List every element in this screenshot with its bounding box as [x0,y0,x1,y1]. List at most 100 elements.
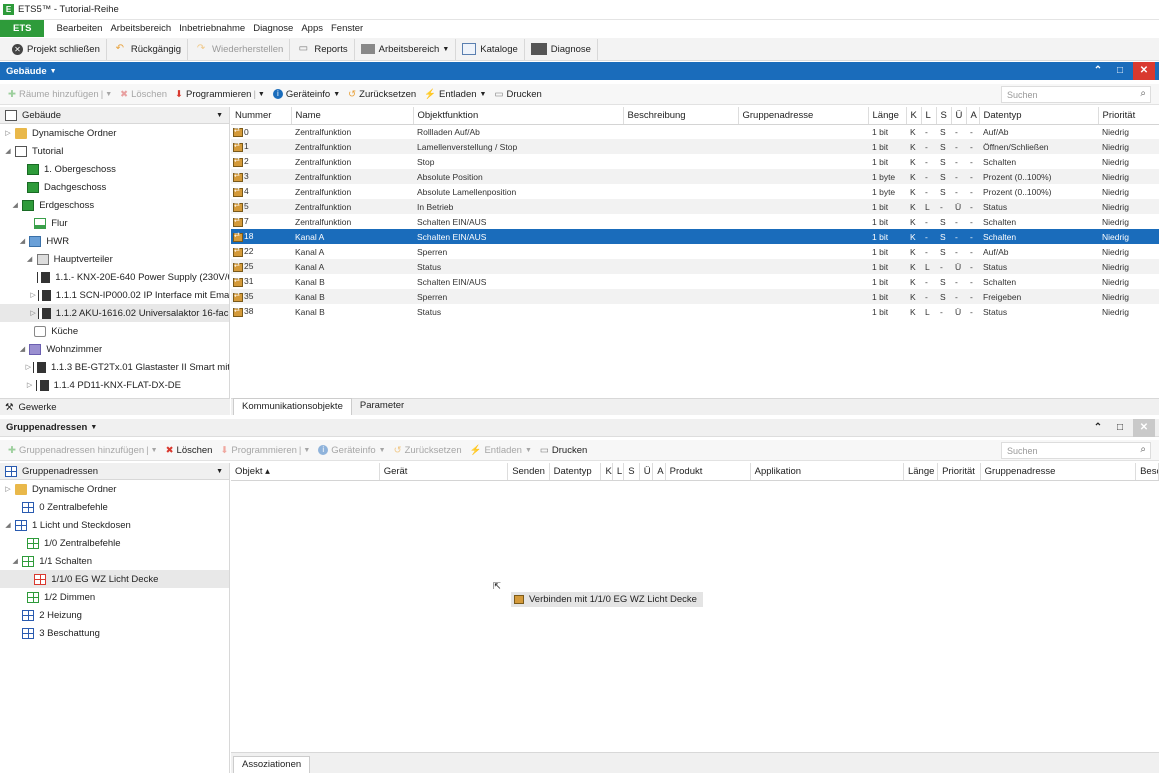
building-tree-item[interactable]: Dachgeschoss [0,178,229,196]
table-row[interactable]: 38Kanal BStatus1 bitKL-Ü-StatusNiedrig [231,304,1159,319]
group-tree-item[interactable]: 2 Heizung [0,606,229,624]
column-header[interactable]: Gerät [379,463,509,481]
collapsed-arrow-icon[interactable]: ▷ [4,129,12,137]
building-panel-header[interactable]: Gebäude ▼ ⌃ □ ✕ [0,62,1159,80]
building-tree-item[interactable]: 1.1.- KNX-20E-640 Power Supply (230V/6..… [0,268,229,286]
column-header[interactable]: Produkt [665,463,751,481]
redo-button[interactable]: ↷ Wiederherstellen [188,38,291,60]
building-tree-item[interactable]: ◢ Hauptverteiler [0,250,229,268]
column-header[interactable]: Gruppenadresse [738,107,869,125]
unload-button[interactable]: ⚡ Entladen ▼ [466,445,536,456]
delete-button[interactable]: ✖ Löschen [116,89,171,100]
column-header[interactable]: Nummer [231,107,292,125]
building-tree-item[interactable]: ▷ Dynamische Ordner [0,124,229,142]
trades-header[interactable]: ⚒ Gewerke [0,398,230,415]
menu-edit[interactable]: Bearbeiten [52,23,106,34]
column-header[interactable]: Priorität [937,463,981,481]
column-header[interactable]: A [652,463,666,481]
column-header[interactable]: Gruppenadresse [980,463,1137,481]
building-tree-item[interactable]: ◢ Tutorial [0,142,229,160]
table-row[interactable]: 5ZentralfunktionIn Betrieb1 bitKL-Ü-Stat… [231,199,1159,214]
table-row[interactable]: 1 ZentralfunktionLamellenverstellung / St… [231,139,1159,154]
expanded-arrow-icon[interactable]: ◢ [18,345,26,353]
collapsed-arrow-icon[interactable]: ▷ [30,291,35,299]
table-row[interactable]: 0ZentralfunktionRollladen Auf/Ab1 bitK-S… [231,124,1159,139]
expanded-arrow-icon[interactable]: ◢ [18,237,26,245]
close-icon[interactable]: ✕ [1133,62,1155,80]
reports-button[interactable]: ▭ Reports [290,38,355,60]
add-rooms-button[interactable]: ✚ Räume hinzufügen | ▼ [4,89,116,100]
table-row[interactable]: 3 ZentralfunktionAbsolute Position 1 byteK… [231,169,1159,184]
column-header[interactable]: Objekt ▴ [231,463,380,481]
close-project-button[interactable]: ✕ Projekt schließen [6,38,107,60]
diagnose-button[interactable]: Diagnose [525,38,598,60]
column-header[interactable]: Applikation [750,463,904,481]
device-info-button[interactable]: i Geräteinfo ▼ [314,445,389,456]
maximize-icon[interactable]: □ [1109,62,1131,80]
menu-window[interactable]: Fenster [327,23,367,34]
collapsed-arrow-icon[interactable]: ▷ [26,363,31,371]
unload-button[interactable]: ⚡ Entladen ▼ [420,89,490,100]
building-tree-item[interactable]: ▷ 1.1.1 SCN-IP000.02 IP Interface mit Ema… [0,286,229,304]
menu-diagnose[interactable]: Diagnose [249,23,297,34]
building-tree-item[interactable]: ▷ 1.1.2 AKU-1616.02 Universalaktor 16-fac… [0,304,229,322]
table-row[interactable]: 18Kanal ASchalten EIN/AUS1 bitK-S--Schal… [231,229,1159,244]
table-row[interactable]: 7ZentralfunktionSchalten EIN/AUS1 bitK-S… [231,214,1159,229]
collapsed-arrow-icon[interactable]: ▷ [30,309,35,317]
group-tree-header[interactable]: Gruppenadressen ▼ [0,463,229,480]
group-tree-item[interactable]: 1/1/0 EG WZ Licht Decke [0,570,229,588]
column-header[interactable]: L [921,107,937,125]
group-search-input[interactable]: Suchen ⌕ [1001,442,1151,459]
expanded-arrow-icon[interactable]: ◢ [11,201,19,209]
column-header[interactable]: A [966,107,980,125]
column-header[interactable]: Besc [1135,463,1159,481]
group-tree-item[interactable]: 1/0 Zentralbefehle [0,534,229,552]
program-button[interactable]: ⬇ Programmieren | ▼ [216,445,314,456]
column-header[interactable]: S [623,463,640,481]
building-tree-header[interactable]: Gebäude ▼ [0,107,229,124]
column-header[interactable]: Objektfunktion [413,107,624,125]
building-tree-item[interactable]: Flur [0,214,229,232]
tab-parameters[interactable]: Parameter [352,398,412,415]
group-tree-item[interactable]: ▷ Dynamische Ordner [0,480,229,498]
ets-app-icon[interactable]: E [3,4,14,15]
column-header[interactable]: Senden [507,463,550,481]
add-group-addresses-button[interactable]: ✚ Gruppenadressen hinzufügen | ▼ [4,445,162,456]
table-row[interactable]: 35Kanal BSperren1 bitK-S--FreigebenNiedr… [231,289,1159,304]
table-row[interactable]: 25Kanal AStatus1 bitKL-Ü-StatusNiedrig [231,259,1159,274]
table-row[interactable]: 4 Zentralfunktion Absolute Lamellenpositio… [231,184,1159,199]
collapsed-arrow-icon[interactable]: ▷ [4,485,12,493]
group-tree-item[interactable]: 3 Beschattung [0,624,229,642]
building-tree-item[interactable]: ▷ 1.1.3 BE-GT2Tx.01 Glastaster II Smart m… [0,358,229,376]
building-tree-item[interactable]: 1. Obergeschoss [0,160,229,178]
delete-button[interactable]: ✖ Löschen [162,445,217,456]
close-icon[interactable]: ✕ [1133,419,1155,437]
collapse-icon[interactable]: ⌃ [1087,62,1109,80]
building-tree-item[interactable]: Küche [0,322,229,340]
building-tree-item[interactable]: ◢ HWR [0,232,229,250]
building-tree-item[interactable]: ▷ 1.1.4 PD11-KNX-FLAT-DX-DE [0,376,229,394]
table-row[interactable]: 22Kanal ASperren1 bitK-S--Auf/AbNiedrig [231,244,1159,259]
menu-ets[interactable]: ETS [0,20,45,37]
undo-button[interactable]: ↶ Rückgängig [107,38,189,60]
column-header[interactable]: S [936,107,952,125]
print-button[interactable]: ▭ Drucken [536,445,591,456]
column-header[interactable]: K [906,107,922,125]
expanded-arrow-icon[interactable]: ◢ [4,521,12,529]
group-tree-item[interactable]: 0 Zentralbefehle [0,498,229,516]
column-header[interactable]: Ü [951,107,967,125]
column-header[interactable]: Beschreibung [623,107,739,125]
group-tree-item[interactable]: 1/2 Dimmen [0,588,229,606]
column-header[interactable]: Datentyp [979,107,1099,125]
collapsed-arrow-icon[interactable]: ▷ [26,381,34,389]
column-header[interactable]: Länge [868,107,907,125]
reset-button[interactable]: ↺ Zurücksetzen [390,445,466,456]
column-header[interactable]: Länge [903,463,939,481]
expanded-arrow-icon[interactable]: ◢ [4,147,12,155]
menu-commissioning[interactable]: Inbetriebnahme [175,23,249,34]
program-button[interactable]: ⬇ Programmieren | ▼ [171,89,269,100]
device-info-button[interactable]: i Geräteinfo ▼ [269,89,344,100]
reset-button[interactable]: ↺ Zurücksetzen [344,89,420,100]
group-tree-item[interactable]: ◢ 1/1 Schalten [0,552,229,570]
group-tree-item[interactable]: ◢ 1 Licht und Steckdosen [0,516,229,534]
